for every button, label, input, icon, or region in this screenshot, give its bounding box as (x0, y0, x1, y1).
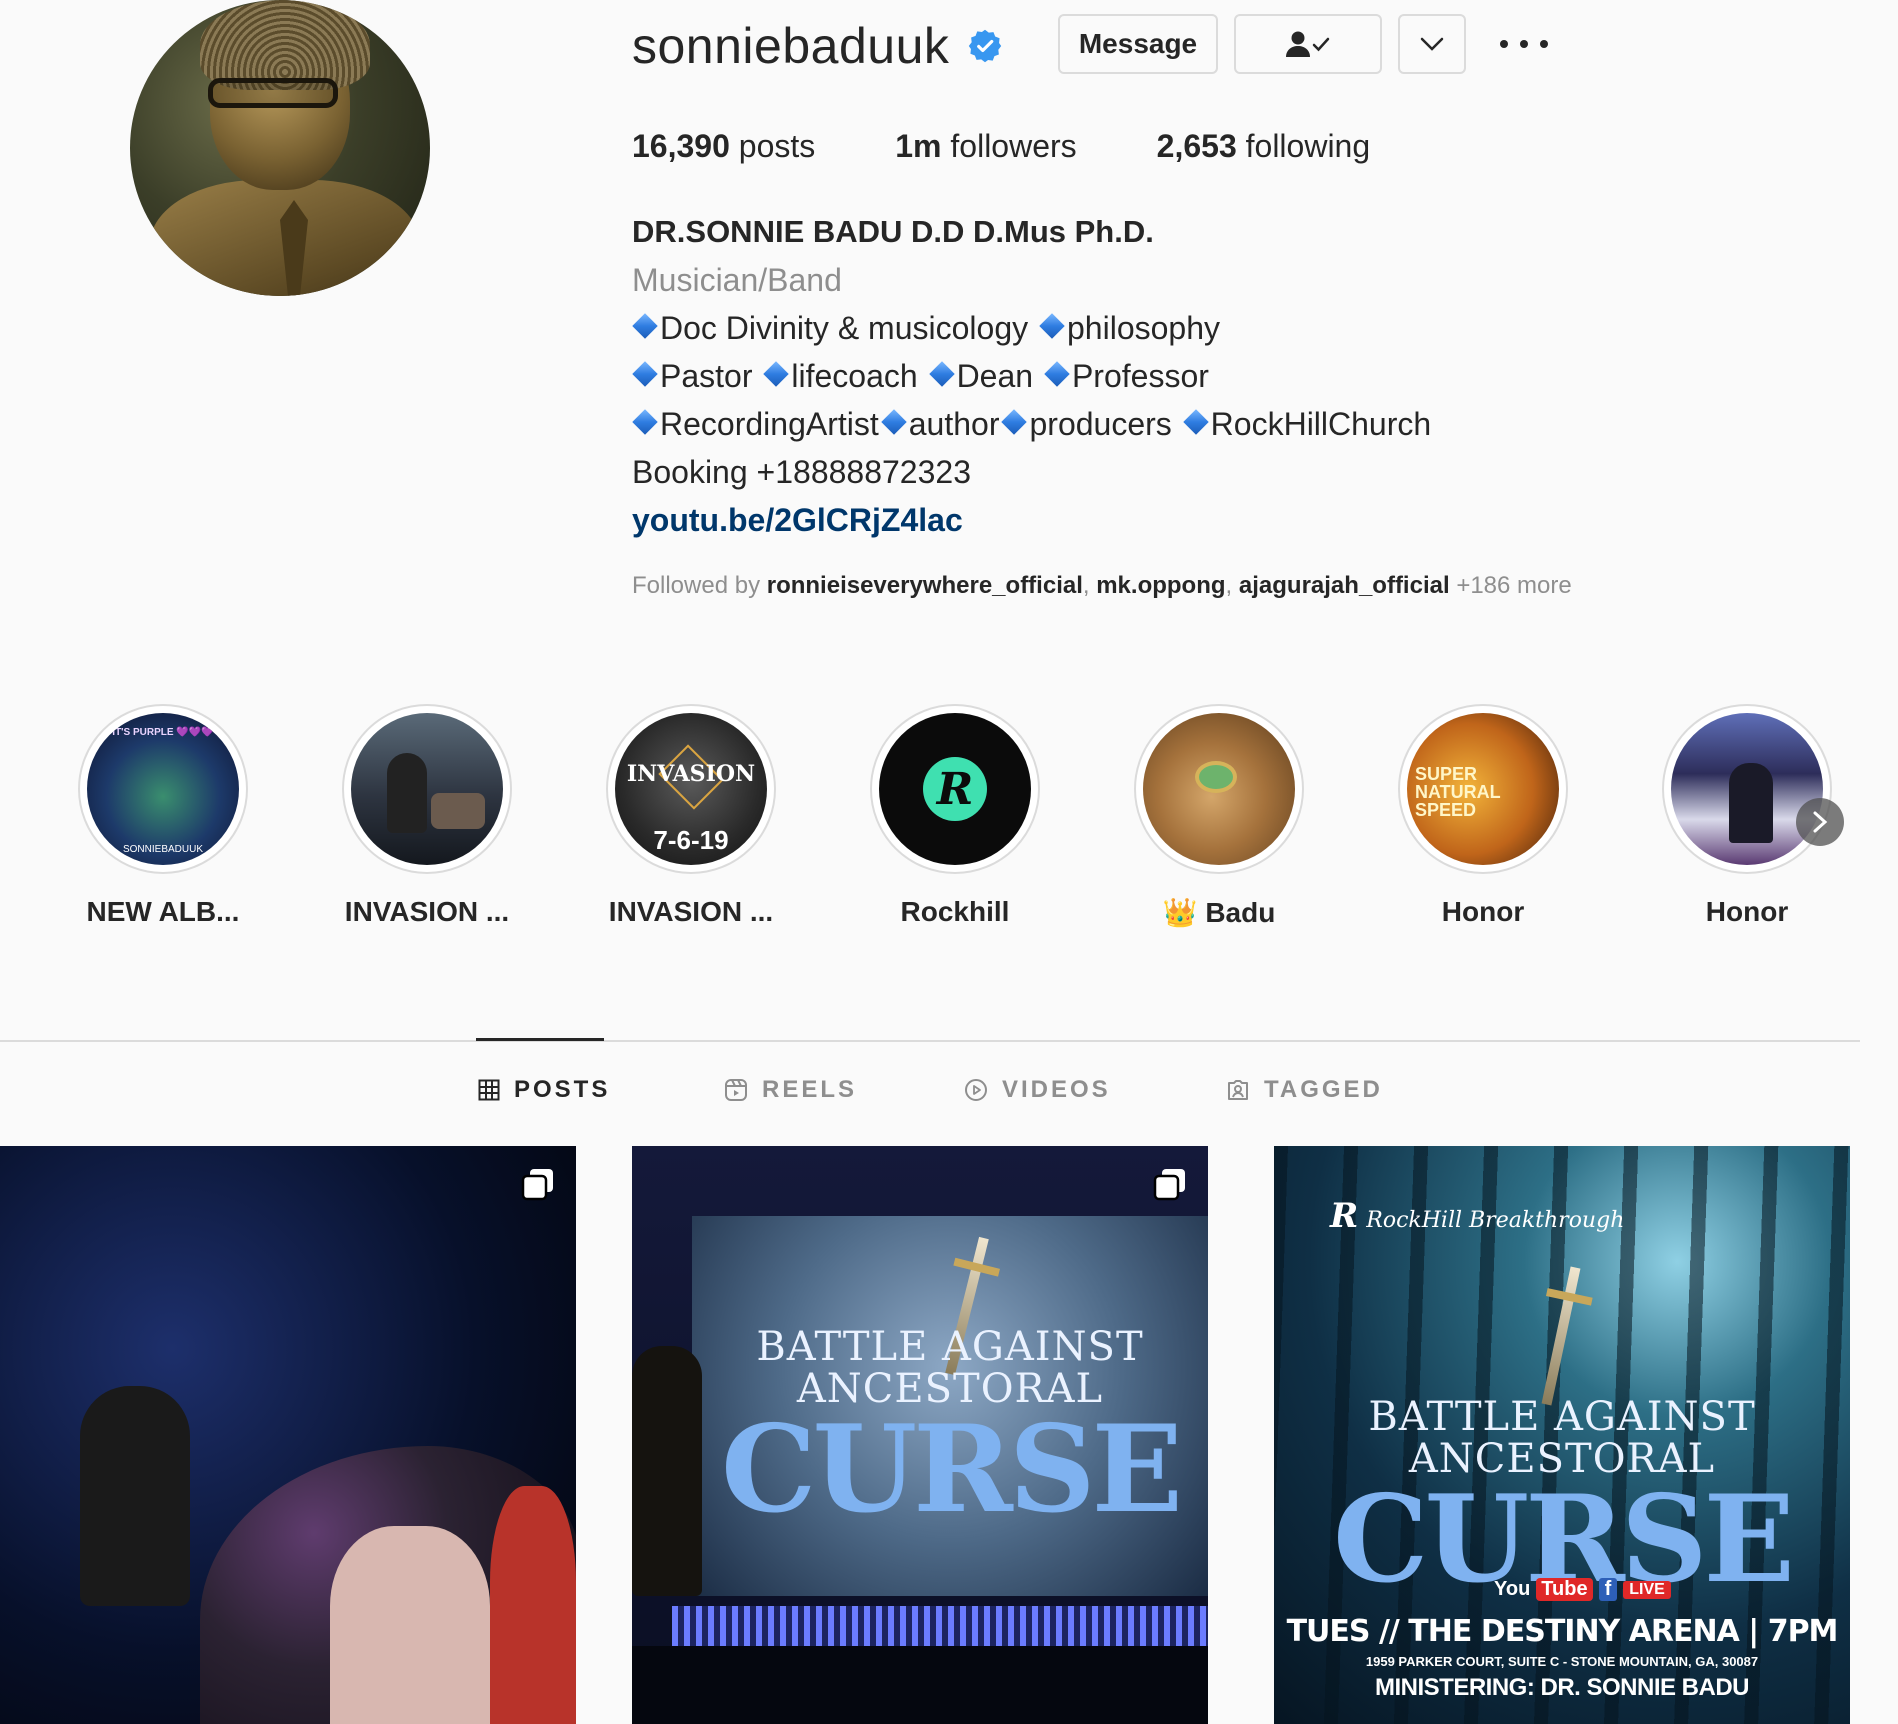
blue-diamond-icon (1001, 409, 1028, 435)
highlight-item[interactable]: INVASION 7-6-19 INVASION ... (606, 704, 776, 928)
active-tab-indicator (476, 1038, 604, 1041)
reels-icon (725, 1079, 747, 1101)
bio-link[interactable]: youtu.be/2GlCRjZ4lac (632, 502, 963, 538)
blue-diamond-icon (1039, 313, 1065, 339)
bio-line: Pastor lifecoach Dean Professor (632, 352, 1632, 400)
profile-bio: DR.SONNIE BADU D.D D.Mus Ph.D. Musician/… (632, 212, 1632, 544)
highlight-item[interactable]: SUPER NATURAL SPEED Honor (1398, 704, 1568, 928)
highlight-title: INVASION ... (608, 896, 774, 927)
blue-diamond-icon (1182, 409, 1209, 435)
highlight-title: Rockhill (900, 896, 1010, 927)
highlight-cover: INVASION 7-6-19 (615, 713, 767, 865)
highlight-cover: SUPER NATURAL SPEED (1407, 713, 1559, 865)
highlight-title: Honor (1441, 896, 1525, 927)
profile-stats: 16,390 posts 1m followers 2,653 followin… (632, 128, 1450, 165)
highlight-title: INVASION ... (344, 896, 510, 927)
streaming-platforms: You Tube f LIVE (1494, 1578, 1671, 1601)
highlight-item[interactable]: INVASION ... (342, 704, 512, 928)
blue-diamond-icon (763, 361, 790, 387)
follower-account[interactable]: mk.oppong (1096, 572, 1225, 599)
blue-diamond-icon (632, 361, 658, 387)
verified-badge-icon (969, 29, 1002, 63)
tab-videos[interactable]: VIDEOS (964, 1076, 1111, 1104)
following-icon (1286, 31, 1330, 57)
rockhill-logo: R RockHill Breakthrough (1330, 1196, 1625, 1236)
tab-posts[interactable]: POSTS (478, 1076, 610, 1104)
highlights-next-button[interactable] (1796, 798, 1844, 846)
highlight-cover (351, 713, 503, 865)
chevron-right-icon (1813, 811, 1828, 833)
highlight-cover (1143, 713, 1295, 865)
highlight-title: NEW ALB... (86, 896, 240, 927)
full-name: DR.SONNIE BADU D.D D.Mus Ph.D. (632, 214, 1154, 249)
username: sonniebaduuk (632, 18, 950, 74)
followers-stat[interactable]: 1m followers (895, 128, 1076, 165)
tagged-icon (1228, 1080, 1248, 1100)
bio-line: RecordingArtist author producers RockHillC… (632, 400, 1632, 448)
posts-stat: 16,390 posts (632, 128, 816, 164)
category-label: Musician/Band (632, 262, 842, 298)
post-thumbnail[interactable] (0, 1146, 576, 1724)
highlight-title: 👑 Badu (1162, 897, 1276, 928)
blue-diamond-icon (632, 313, 658, 339)
highlight-cover: IT'S PURPLE 💜💜💜 SONNIEBADUUK (87, 713, 239, 865)
tabs-divider (0, 1040, 1860, 1042)
highlight-cover (1671, 713, 1823, 865)
follower-account[interactable]: ajagurajah_official (1239, 572, 1450, 599)
bio-line: Doc Divinity & musicology philosophy (632, 304, 1632, 352)
suggested-accounts-button[interactable] (1398, 14, 1466, 74)
following-button[interactable] (1234, 14, 1382, 74)
profile-avatar[interactable] (130, 0, 430, 296)
highlight-title: Honor (1705, 896, 1789, 927)
blue-diamond-icon (881, 409, 907, 435)
booking-line: Booking +18888872323 (632, 454, 971, 490)
blue-diamond-icon (928, 361, 955, 387)
highlight-item[interactable]: IT'S PURPLE 💜💜💜 SONNIEBADUUK NEW ALB... (78, 704, 248, 928)
rockhill-logo-icon: R (923, 757, 987, 821)
blue-diamond-icon (1044, 361, 1070, 387)
profile-tabs: POSTS REELS VIDEOS TAGGED (0, 1076, 1860, 1110)
follower-account[interactable]: ronnieiseverywhere_official (767, 572, 1083, 599)
carousel-icon (521, 1169, 553, 1201)
highlight-item[interactable]: R Rockhill (870, 704, 1040, 928)
play-icon (965, 1079, 987, 1101)
blue-diamond-icon (632, 409, 658, 435)
highlight-item[interactable]: 👑 Badu (1134, 704, 1304, 929)
post-thumbnail[interactable]: BATTLE AGAINST ANCESTORAL CURSE (632, 1146, 1208, 1724)
tab-reels[interactable]: REELS (724, 1076, 857, 1104)
facebook-icon: f (1598, 1578, 1618, 1601)
following-stat[interactable]: 2,653 following (1157, 128, 1370, 165)
username-row: sonniebaduuk (632, 14, 1003, 78)
more-options-icon[interactable] (1496, 24, 1552, 64)
followed-by[interactable]: Followed by ronnieiseverywhere_official,… (632, 572, 1572, 600)
tab-tagged[interactable]: TAGGED (1226, 1076, 1383, 1104)
carousel-icon (1153, 1169, 1185, 1201)
post-thumbnail[interactable]: R RockHill Breakthrough BATTLE AGAINST AN… (1274, 1146, 1850, 1724)
story-highlights: IT'S PURPLE 💜💜💜 SONNIEBADUUK NEW ALB... … (78, 704, 1858, 944)
grid-icon (478, 1079, 500, 1101)
chevron-down-icon (1420, 37, 1444, 51)
highlight-cover: R (879, 713, 1031, 865)
message-button[interactable]: Message (1058, 14, 1218, 74)
